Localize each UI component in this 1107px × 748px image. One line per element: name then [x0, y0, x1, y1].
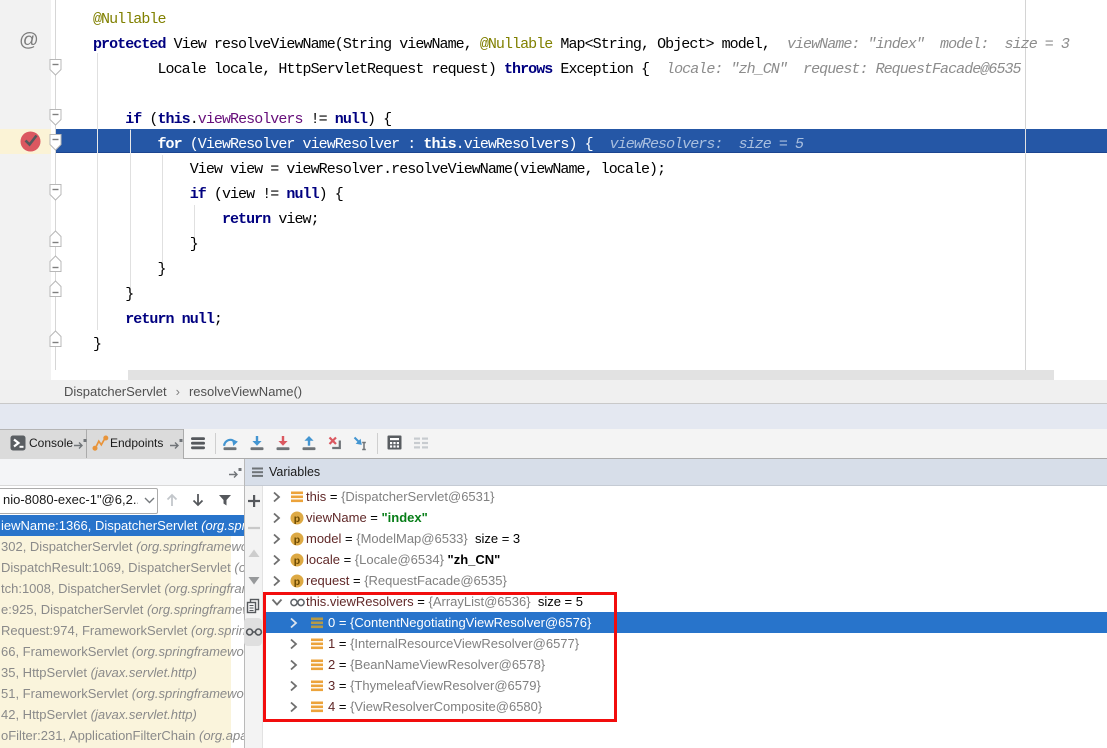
- svg-text:p: p: [294, 576, 300, 588]
- svg-text:p: p: [294, 513, 300, 525]
- svg-text:p: p: [294, 555, 300, 567]
- svg-text:p: p: [294, 534, 300, 546]
